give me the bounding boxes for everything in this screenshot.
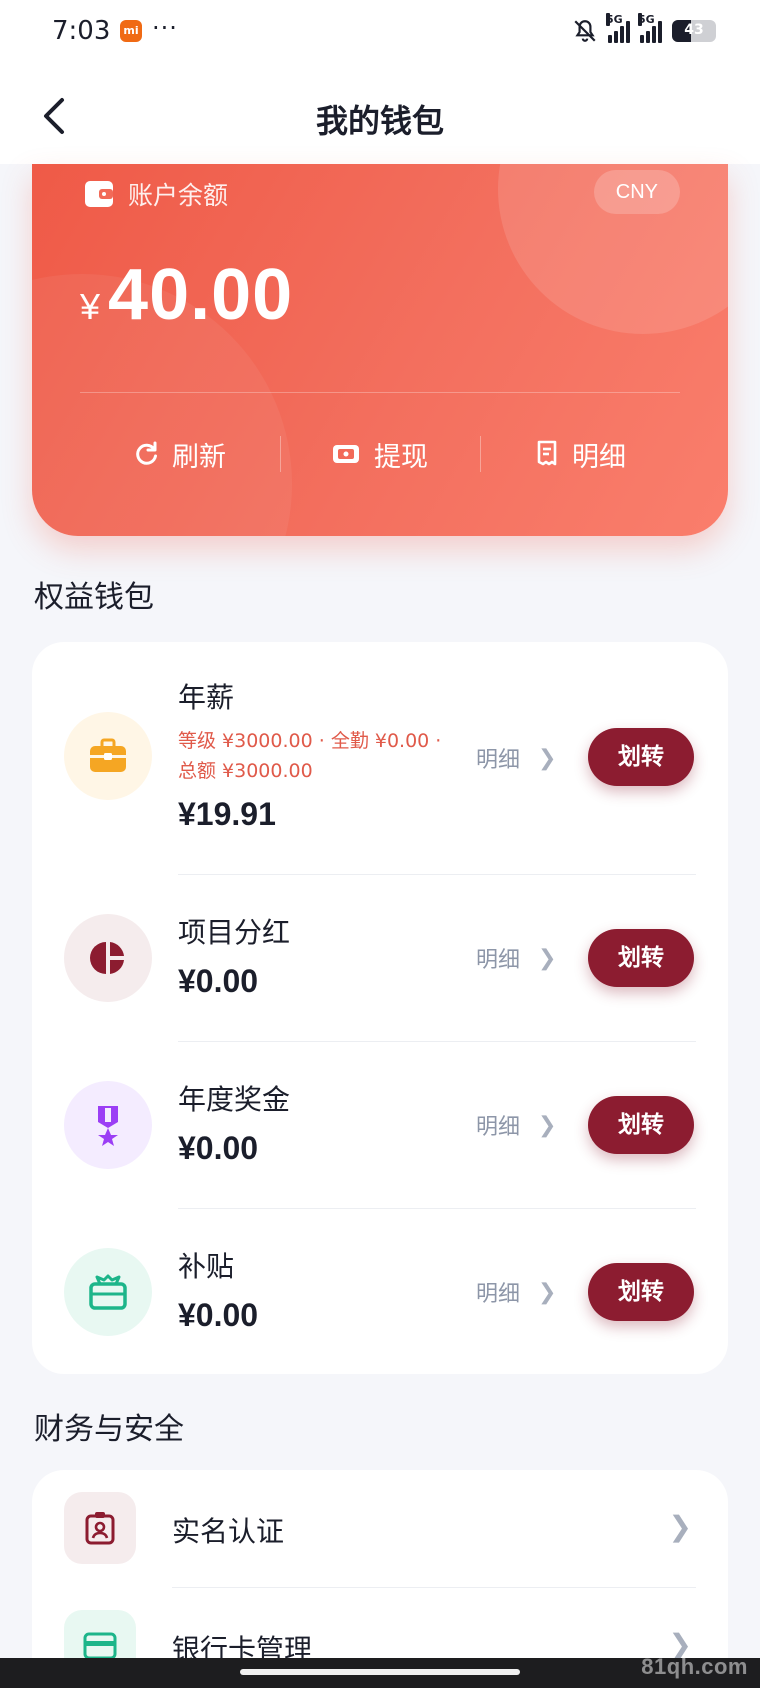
- wallet-row-project-dividend: 项目分红 ¥0.00 明细 ❯ 划转: [32, 875, 728, 1041]
- wallet-amount: ¥0.00: [178, 963, 259, 999]
- withdraw-icon: [333, 445, 359, 463]
- status-bar: 7:03 mi ··· 5G 5G 43: [0, 0, 760, 64]
- card-actions: 刷新 提现 明细: [80, 426, 680, 482]
- home-indicator[interactable]: [240, 1669, 520, 1675]
- page-title: 我的钱包: [315, 102, 444, 140]
- battery-icon: 43: [672, 20, 716, 42]
- mute-bell-icon: [574, 20, 596, 42]
- balance-label: 账户余额: [84, 176, 228, 212]
- detail-label: 明细: [476, 748, 521, 773]
- wallet-note-line2: 总额 ¥3000.00: [178, 760, 313, 782]
- app-header: 我的钱包: [0, 64, 760, 164]
- watermark: 81qh.com: [641, 1654, 748, 1679]
- withdraw-label: 提现: [374, 441, 428, 473]
- gift-card-icon: [64, 1248, 152, 1336]
- wallet-detail-link[interactable]: 明细 ❯: [476, 942, 556, 974]
- wallet-name: 年度奖金: [178, 1083, 291, 1116]
- finance-item-real-name[interactable]: 实名认证 ❯: [32, 1470, 728, 1586]
- currency-symbol: ¥: [80, 286, 101, 327]
- briefcase-icon: [64, 712, 152, 800]
- wallet-row-annual-salary: 年薪 等级 ¥3000.00 · 全勤 ¥0.00 · 总额 ¥3000.00 …: [32, 642, 728, 874]
- detail-label: 明细: [476, 948, 521, 973]
- chevron-right-icon: ❯: [538, 945, 557, 971]
- wallet-name: 补贴: [178, 1250, 235, 1283]
- rights-section-title: 权益钱包: [34, 580, 154, 615]
- signal-2-icon: 5G: [638, 13, 662, 43]
- transfer-button[interactable]: 划转: [588, 728, 694, 786]
- finance-item-label: 实名认证: [172, 1515, 285, 1548]
- refresh-label: 刷新: [172, 441, 226, 473]
- status-time: 7:03: [52, 16, 111, 46]
- finance-section-title: 财务与安全: [34, 1412, 184, 1447]
- rights-wallet-panel: 年薪 等级 ¥3000.00 · 全勤 ¥0.00 · 总额 ¥3000.00 …: [32, 642, 728, 1374]
- chevron-right-icon: ❯: [538, 1112, 557, 1138]
- wallet-icon: [85, 181, 113, 207]
- chevron-right-icon: ❯: [538, 1279, 557, 1305]
- transfer-button[interactable]: 划转: [588, 1263, 694, 1321]
- currency-chip[interactable]: CNY: [593, 170, 680, 214]
- chevron-right-icon: ❯: [668, 1510, 692, 1543]
- signal-1-icon: 5G: [606, 13, 630, 43]
- wallet-amount: ¥0.00: [178, 1297, 259, 1333]
- balance-card: 账户余额 CNY ¥ 40.00 刷新 提现 明细: [32, 164, 728, 536]
- refresh-icon: [136, 441, 157, 465]
- balance-detail-button[interactable]: 明细: [480, 426, 680, 482]
- battery-level: 43: [684, 22, 704, 38]
- wallet-note-line1: 等级 ¥3000.00 · 全勤 ¥0.00 ·: [178, 730, 442, 752]
- mi-icon: mi: [120, 20, 142, 42]
- wallet-detail-link[interactable]: 明细 ❯: [476, 1109, 556, 1141]
- wallet-row-subsidy: 补贴 ¥0.00 明细 ❯ 划转: [32, 1209, 728, 1374]
- more-notifications-indicator: ···: [152, 14, 178, 42]
- wallet-amount: ¥19.91: [178, 796, 276, 832]
- chevron-right-icon: ❯: [538, 745, 557, 771]
- wallet-row-annual-bonus: 年度奖金 ¥0.00 明细 ❯ 划转: [32, 1042, 728, 1208]
- status-icons: 5G 5G 43: [572, 13, 716, 46]
- wallet-name: 项目分红: [178, 916, 291, 949]
- finance-panel: 实名认证 ❯ 银行卡管理 ❯: [32, 1470, 728, 1688]
- balance-label-text: 账户余额: [128, 181, 229, 210]
- wallet-amount: ¥0.00: [178, 1130, 259, 1166]
- balance-detail-label: 明细: [572, 441, 626, 473]
- wallet-name: 年薪: [178, 681, 235, 714]
- balance-value: 40.00: [108, 255, 294, 335]
- pie-chart-icon: [64, 914, 152, 1002]
- receipt-icon: [537, 440, 557, 466]
- detail-label: 明细: [476, 1282, 521, 1307]
- balance-amount: ¥ 40.00: [80, 254, 293, 336]
- card-divider: [80, 392, 680, 393]
- wallet-detail-link[interactable]: 明细 ❯: [476, 1276, 556, 1308]
- detail-label: 明细: [476, 1115, 521, 1140]
- transfer-button[interactable]: 划转: [588, 1096, 694, 1154]
- transfer-button[interactable]: 划转: [588, 929, 694, 987]
- withdraw-button[interactable]: 提现: [280, 426, 480, 482]
- medal-icon: [64, 1081, 152, 1169]
- id-badge-icon: [64, 1492, 136, 1564]
- wallet-detail-link[interactable]: 明细 ❯: [476, 742, 556, 774]
- refresh-button[interactable]: 刷新: [80, 426, 280, 482]
